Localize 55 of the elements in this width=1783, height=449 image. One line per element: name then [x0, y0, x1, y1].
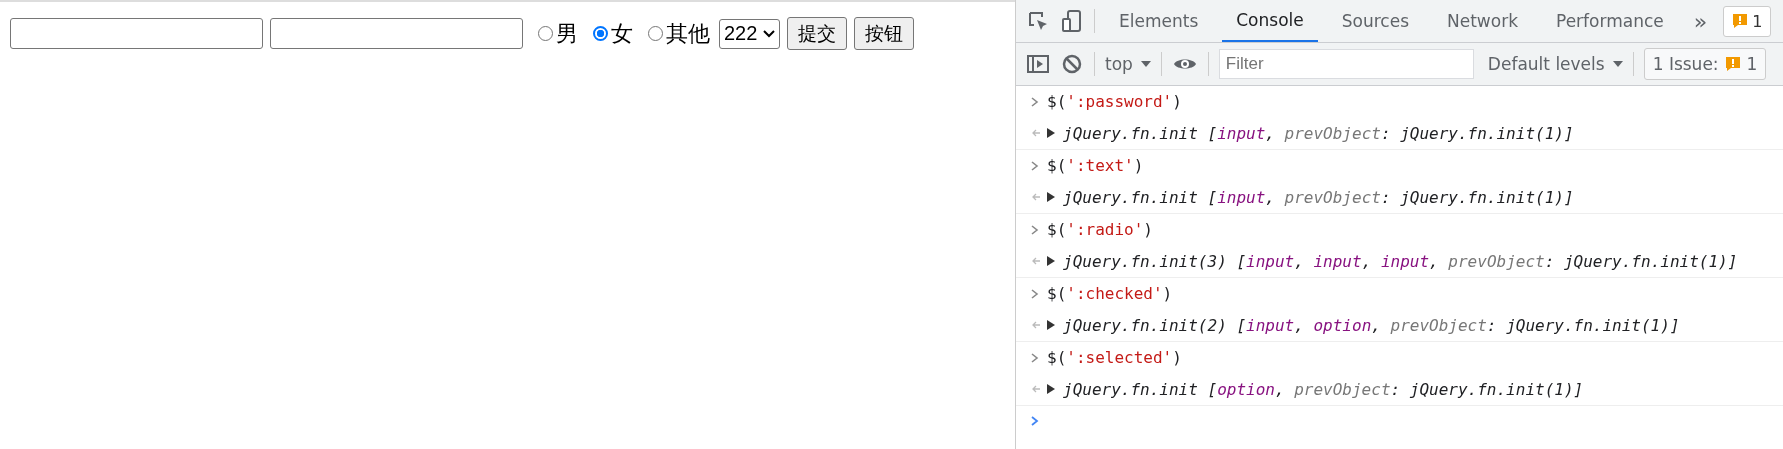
input-prompt-icon	[1031, 288, 1039, 299]
dropdown-arrow-icon	[1140, 61, 1151, 67]
console-command: $(':selected')	[1047, 348, 1182, 368]
radio-label: 男	[556, 19, 578, 48]
dropdown-arrow-icon	[1612, 61, 1623, 67]
result-arrow-icon	[1031, 128, 1041, 139]
result-arrow-icon	[1031, 384, 1041, 395]
expand-triangle-icon[interactable]	[1047, 192, 1055, 203]
devtools-tab[interactable]: Performance	[1542, 0, 1678, 42]
radio-label: 其他	[666, 19, 710, 48]
warning-icon	[1724, 56, 1741, 72]
console-result: jQuery.fn.init(2) [input, option, prevObject: jQuery.fn.init(1)]	[1063, 315, 1680, 335]
input-prompt-icon	[1031, 96, 1039, 107]
console-result: jQuery.fn.init [input, prevObject: jQuery.fn.init(1)]	[1063, 187, 1574, 207]
console-result: jQuery.fn.init [option, prevObject: jQuery.fn.init(1)]	[1063, 379, 1584, 399]
input-prompt-icon	[1031, 352, 1039, 363]
result-arrow-icon	[1031, 192, 1041, 203]
context-dropdown[interactable]: top	[1105, 54, 1151, 74]
console-result: jQuery.fn.init [input, prevObject: jQuery.fn.init(1)]	[1063, 123, 1574, 143]
chevron-icon	[763, 29, 776, 38]
sidebar-toggle-icon[interactable]	[1026, 52, 1050, 76]
text-field[interactable]	[270, 18, 523, 49]
input-prompt-icon[interactable]	[1031, 416, 1039, 426]
devtools-tab[interactable]: Sources	[1327, 0, 1423, 42]
input-prompt-icon	[1031, 160, 1039, 171]
filter-field[interactable]: Filter	[1218, 49, 1474, 79]
expand-triangle-icon[interactable]	[1047, 256, 1055, 267]
issues-count: 1	[1752, 11, 1763, 31]
radio-button[interactable]	[593, 26, 608, 41]
console-command: $(':radio')	[1047, 220, 1153, 240]
form-button[interactable]: 提交	[787, 17, 848, 50]
console-command: $(':checked')	[1047, 284, 1173, 304]
text-field[interactable]	[10, 18, 263, 49]
issues-badge[interactable]: 1	[1723, 5, 1772, 37]
console-command: $(':password')	[1047, 92, 1182, 112]
expand-triangle-icon[interactable]	[1047, 128, 1055, 139]
issues-count: 1	[1746, 54, 1758, 74]
radio-label: 女	[611, 19, 633, 48]
warning-icon	[1732, 13, 1749, 29]
result-arrow-icon	[1031, 256, 1041, 267]
devtools-tab[interactable]: Network	[1433, 0, 1532, 42]
device-toolbar-icon[interactable]	[1060, 9, 1084, 33]
console-command: $(':text')	[1047, 156, 1144, 176]
result-arrow-icon	[1031, 320, 1041, 331]
levels-dropdown[interactable]: Default levels	[1487, 54, 1623, 74]
issues-button[interactable]: 1 Issue: 1	[1643, 48, 1767, 80]
more-tabs-button[interactable]: »	[1693, 8, 1708, 34]
expand-triangle-icon[interactable]	[1047, 320, 1055, 331]
select-dropdown[interactable]: 222	[719, 18, 781, 49]
clear-console-icon[interactable]	[1060, 52, 1084, 76]
expand-triangle-icon[interactable]	[1047, 384, 1055, 395]
input-prompt-icon	[1031, 224, 1039, 235]
console-result: jQuery.fn.init(3) [input, input, input, prevObject: jQuery.fn.init(1)]	[1063, 251, 1738, 271]
devtools-tab[interactable]: Elements	[1105, 0, 1213, 42]
form-button[interactable]: 按钮	[854, 17, 915, 50]
